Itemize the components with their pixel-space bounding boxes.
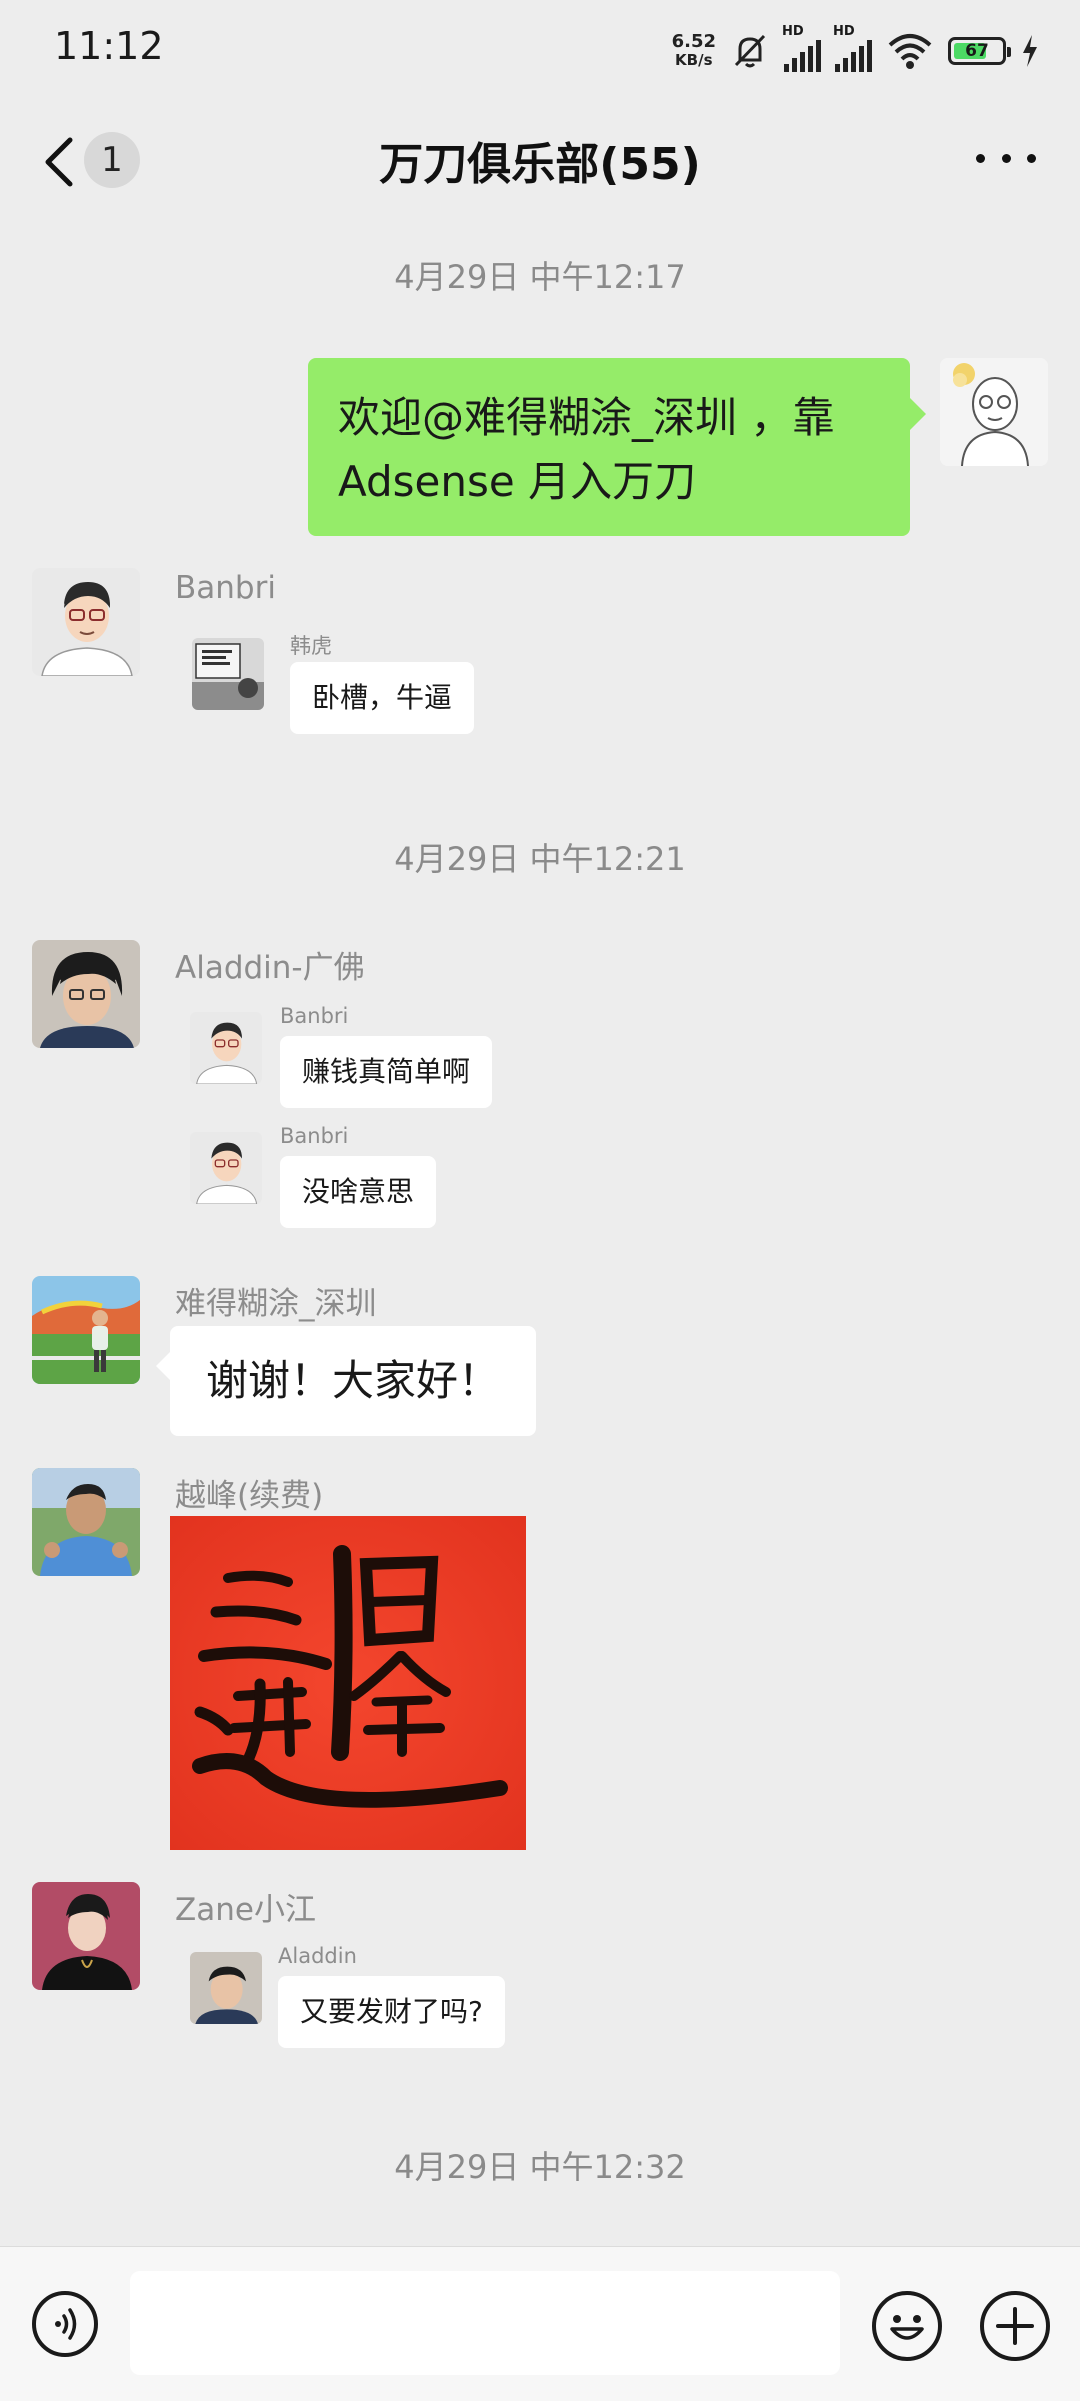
wifi-icon (888, 34, 932, 69)
quoted-avatar (190, 1952, 262, 2024)
network-speed: 6.52 KB/s (671, 31, 716, 70)
timestamp: 4月29日 中午12:21 (394, 840, 686, 878)
status-time: 11:12 (54, 24, 164, 68)
sender-name: Aladdin-广佛 (175, 950, 365, 986)
avatar-yuefeng[interactable] (32, 1468, 140, 1576)
more-icon[interactable] (976, 148, 1036, 168)
quoted-avatar (190, 1012, 262, 1084)
voice-icon[interactable] (32, 2291, 98, 2357)
signal-icon: HD (833, 24, 872, 72)
signal-icon: HD (782, 24, 821, 72)
sender-name: 难得糊涂_深圳 (175, 1286, 377, 1322)
quoted-message[interactable]: 卧槽，牛逼 (290, 662, 475, 734)
battery-icon: 67 (948, 37, 1011, 65)
timestamp: 4月29日 中午12:17 (394, 258, 686, 296)
quoted-message[interactable]: 没啥意思 (280, 1156, 437, 1228)
quoted-avatar (192, 638, 264, 710)
avatar-nandehutu[interactable] (32, 1276, 140, 1384)
chat-title: 万刀俱乐部(55) (379, 139, 701, 190)
quoted-message[interactable]: 又要发财了吗? (278, 1976, 505, 2048)
status-bar: 11:12 6.52 KB/s HD HD 67 (0, 0, 1080, 100)
own-avatar[interactable] (940, 358, 1048, 466)
sender-name: 越峰(续费) (175, 1478, 324, 1514)
sender-name: Banbri (175, 570, 276, 606)
emoji-icon[interactable] (872, 2291, 942, 2361)
input-bar (0, 2246, 1080, 2401)
avatar-sketch-icon (940, 358, 1048, 466)
image-message[interactable] (170, 1516, 526, 1850)
avatar-aladdin[interactable] (32, 940, 140, 1048)
charging-icon (1023, 35, 1037, 67)
mute-bell-icon (734, 34, 766, 68)
calligraphy-image (170, 1516, 526, 1850)
quoted-name: Banbri (280, 1124, 349, 1148)
message-bubble[interactable]: 谢谢！大家好！ (155, 1326, 537, 1436)
timestamp: 4月29日 中午12:32 (394, 2148, 686, 2186)
own-message-bubble[interactable]: 欢迎@难得糊涂_深圳 ，靠Adsense 月入万刀 (308, 358, 926, 536)
quoted-name: 韩虎 (290, 634, 332, 658)
quoted-name: Banbri (280, 1004, 349, 1028)
status-icons: 6.52 KB/s HD HD 67 (671, 24, 1040, 74)
quoted-name: Aladdin (278, 1944, 357, 1968)
avatar-zane[interactable] (32, 1882, 140, 1990)
quoted-avatar (190, 1132, 262, 1204)
quoted-message[interactable]: 赚钱真简单啊 (280, 1036, 493, 1108)
plus-icon[interactable] (980, 2291, 1050, 2361)
sender-name: Zane小江 (175, 1892, 316, 1928)
message-input[interactable] (130, 2271, 840, 2375)
avatar-banbri[interactable] (32, 568, 140, 676)
